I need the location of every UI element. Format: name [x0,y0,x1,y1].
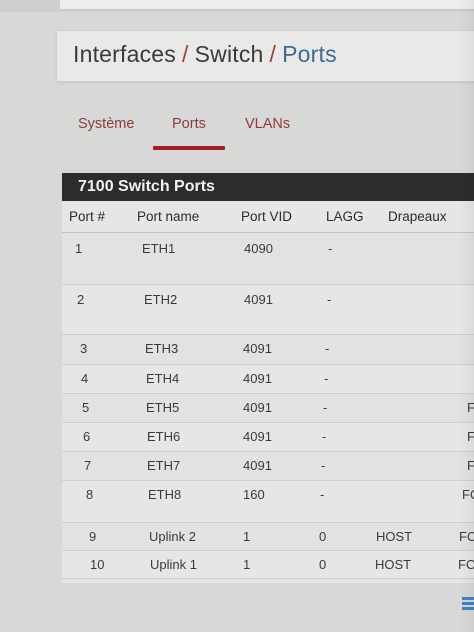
column-header-name: Port name [137,209,200,224]
switch-ports-panel: 7100 Switch Ports Port # Port name Port … [62,173,474,583]
table-row[interactable]: 2 ETH2 4091 - [62,285,474,335]
screen-edge-shadow [460,0,474,632]
breadcrumb-separator: / [269,41,277,67]
cell-vid: 1 [243,529,251,544]
cell-lagg: - [323,400,328,415]
tab-systeme[interactable]: Système [78,116,134,132]
cell-lagg: - [324,371,329,386]
cell-vid: 4090 [244,241,273,256]
active-tab-indicator [153,146,225,150]
cell-port: 2 [77,292,85,307]
table-row[interactable]: 5 ETH5 4091 - F [62,394,474,423]
cell-vid: 4091 [243,429,272,444]
cell-vid: 4091 [243,341,272,356]
cell-name: ETH7 [147,458,181,473]
cell-lagg: - [328,241,333,256]
table-row[interactable]: 7 ETH7 4091 - F [62,452,474,481]
table-row[interactable]: 4 ETH4 4091 - [62,365,474,394]
cell-name: ETH8 [148,487,182,502]
cell-flags: HOST [375,557,412,572]
column-header-lagg: LAGG [326,209,364,224]
tab-ports[interactable]: Ports [172,116,206,132]
cell-port: 1 [75,241,83,256]
breadcrumb-bar: Interfaces / Switch / Ports [56,30,474,82]
cell-lagg: 0 [319,557,327,572]
cell-lagg: - [320,487,325,502]
breadcrumb-ports[interactable]: Ports [282,41,337,67]
table-header: Port # Port name Port VID LAGG Drapeaux [62,201,474,233]
cell-vid: 4091 [243,400,272,415]
taskbar-icon[interactable] [462,597,474,611]
table-row[interactable]: 9 Uplink 2 1 0 HOST FO [62,523,474,551]
panel-title: 7100 Switch Ports [62,173,474,201]
cell-port: 3 [80,341,88,356]
table-row[interactable]: 8 ETH8 160 - FO [62,481,474,523]
cell-name: ETH4 [146,371,180,386]
cell-lagg: 0 [319,529,327,544]
cell-port: 7 [84,458,92,473]
cell-name: ETH3 [145,341,179,356]
cell-name: ETH6 [147,429,181,444]
breadcrumb-interfaces[interactable]: Interfaces [73,41,176,67]
cell-name: ETH1 [142,241,176,256]
cell-lagg: - [325,341,330,356]
cell-vid: 4091 [243,371,272,386]
cell-lagg: - [321,458,326,473]
breadcrumb-separator: / [182,41,189,67]
cell-vid: 4091 [243,458,272,473]
tab-vlans[interactable]: VLANs [245,116,290,132]
cell-name: Uplink 1 [150,557,197,572]
cell-port: 5 [82,400,90,415]
tab-bar: Système Ports VLANs [60,108,474,158]
cell-port: 6 [83,429,91,444]
top-card-edge [60,0,474,10]
cell-vid: 160 [243,487,265,502]
table-row[interactable]: 6 ETH6 4091 - F [62,423,474,452]
cell-name: Uplink 2 [149,529,196,544]
table-row[interactable]: 3 ETH3 4091 - [62,335,474,365]
column-header-port: Port # [69,209,106,224]
cell-name: ETH2 [144,292,178,307]
cell-port: 8 [86,487,94,502]
cell-name: ETH5 [146,400,180,415]
cell-vid: 4091 [244,292,273,307]
breadcrumb-switch[interactable]: Switch [195,41,264,67]
cell-lagg: - [327,292,332,307]
cell-port: 9 [89,529,97,544]
column-header-vid: Port VID [241,209,293,224]
breadcrumb: Interfaces / Switch / Ports [73,41,337,68]
table-row[interactable]: 10 Uplink 1 1 0 HOST FO [62,551,474,579]
cell-lagg: - [322,429,327,444]
cell-port: 10 [90,557,105,572]
table-row[interactable]: 1 ETH1 4090 - [62,233,474,285]
cell-flags: HOST [376,529,413,544]
cell-port: 4 [81,371,89,386]
column-header-flags: Drapeaux [388,209,447,224]
cell-vid: 1 [243,557,251,572]
